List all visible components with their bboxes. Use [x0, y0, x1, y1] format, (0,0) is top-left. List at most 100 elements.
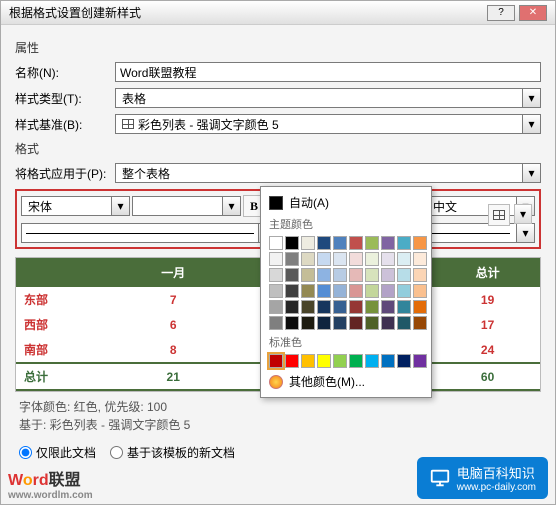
color-swatch[interactable] [381, 236, 395, 250]
watermark-logo: Word联盟 www.wordlm.com [8, 466, 93, 501]
color-swatch[interactable] [365, 268, 379, 282]
chevron-down-icon[interactable]: ▾ [223, 196, 241, 216]
color-swatch[interactable] [333, 354, 347, 368]
name-input[interactable] [115, 62, 541, 82]
color-swatch[interactable] [413, 300, 427, 314]
color-swatch[interactable] [333, 300, 347, 314]
color-swatch[interactable] [349, 268, 363, 282]
line-style-select[interactable] [21, 223, 259, 243]
color-swatch[interactable] [397, 284, 411, 298]
color-swatch[interactable] [397, 252, 411, 266]
color-swatch[interactable] [333, 252, 347, 266]
color-swatch[interactable] [365, 252, 379, 266]
color-swatch[interactable] [397, 268, 411, 282]
color-swatch[interactable] [285, 300, 299, 314]
color-swatch[interactable] [349, 252, 363, 266]
color-swatch[interactable] [301, 252, 315, 266]
color-swatch[interactable] [301, 316, 315, 330]
color-swatch[interactable] [413, 284, 427, 298]
color-swatch[interactable] [269, 316, 283, 330]
color-swatch[interactable] [397, 354, 411, 368]
color-swatch[interactable] [349, 316, 363, 330]
color-swatch[interactable] [333, 268, 347, 282]
style-type-select[interactable]: 表格 [115, 88, 523, 108]
close-button[interactable]: ✕ [519, 5, 547, 21]
color-swatch[interactable] [285, 268, 299, 282]
color-swatch[interactable] [349, 284, 363, 298]
based-on-template-radio[interactable]: 基于该模板的新文档 [110, 444, 235, 461]
color-swatch[interactable] [317, 300, 331, 314]
color-swatch[interactable] [397, 236, 411, 250]
color-swatch[interactable] [381, 252, 395, 266]
border-button[interactable] [488, 204, 510, 226]
color-swatch[interactable] [413, 316, 427, 330]
color-swatch[interactable] [349, 300, 363, 314]
font-family-select[interactable]: 宋体 [21, 196, 112, 216]
apply-to-select[interactable]: 整个表格 [115, 163, 523, 183]
style-type-label: 样式类型(T): [15, 90, 115, 107]
color-swatch[interactable] [301, 300, 315, 314]
table-header: 一月 [121, 258, 226, 287]
only-this-doc-radio[interactable]: 仅限此文档 [19, 444, 96, 461]
color-swatch[interactable] [301, 354, 315, 368]
color-swatch[interactable] [269, 268, 283, 282]
chevron-down-icon[interactable]: ▾ [523, 88, 541, 108]
color-swatch[interactable] [317, 284, 331, 298]
title-bar: 根据格式设置创建新样式 ? ✕ [1, 1, 555, 25]
color-swatch[interactable] [285, 284, 299, 298]
color-swatch[interactable] [269, 284, 283, 298]
auto-color-option[interactable]: 自动(A) [265, 191, 427, 214]
color-swatch[interactable] [333, 236, 347, 250]
color-swatch[interactable] [285, 316, 299, 330]
color-swatch[interactable] [365, 236, 379, 250]
color-swatch[interactable] [365, 284, 379, 298]
color-swatch[interactable] [269, 236, 283, 250]
color-swatch[interactable] [317, 252, 331, 266]
more-colors-option[interactable]: 其他颜色(M)... [265, 370, 427, 393]
color-swatch[interactable] [381, 316, 395, 330]
color-swatch[interactable] [269, 252, 283, 266]
color-swatch[interactable] [317, 268, 331, 282]
color-swatch[interactable] [269, 354, 283, 368]
color-swatch[interactable] [301, 268, 315, 282]
help-button[interactable]: ? [487, 5, 515, 21]
color-swatch[interactable] [349, 236, 363, 250]
color-swatch[interactable] [381, 300, 395, 314]
color-swatch[interactable] [381, 354, 395, 368]
color-swatch[interactable] [333, 316, 347, 330]
color-swatch[interactable] [317, 354, 331, 368]
color-swatch[interactable] [381, 268, 395, 282]
table-header: 总计 [435, 258, 540, 287]
color-swatch[interactable] [397, 316, 411, 330]
color-swatch[interactable] [317, 236, 331, 250]
color-swatch[interactable] [285, 354, 299, 368]
color-swatch[interactable] [349, 354, 363, 368]
color-swatch[interactable] [301, 284, 315, 298]
color-swatch[interactable] [413, 354, 427, 368]
chevron-down-icon[interactable]: ▾ [112, 196, 130, 216]
black-swatch-icon [269, 196, 283, 210]
site-badge: 电脑百科知识 www.pc-daily.com [417, 457, 548, 499]
chevron-down-icon[interactable]: ▾ [523, 163, 541, 183]
style-base-select[interactable]: 彩色列表 - 强调文字颜色 5 [115, 114, 523, 134]
color-swatch[interactable] [365, 354, 379, 368]
chevron-down-icon[interactable]: ▾ [514, 204, 532, 224]
color-swatch[interactable] [413, 268, 427, 282]
color-swatch[interactable] [365, 300, 379, 314]
style-base-label: 样式基准(B): [15, 116, 115, 133]
theme-color-palette [265, 234, 427, 332]
color-swatch[interactable] [301, 236, 315, 250]
color-swatch[interactable] [269, 300, 283, 314]
color-swatch[interactable] [413, 252, 427, 266]
color-swatch[interactable] [285, 236, 299, 250]
color-swatch[interactable] [397, 300, 411, 314]
font-size-select[interactable] [132, 196, 223, 216]
color-swatch[interactable] [365, 316, 379, 330]
color-swatch[interactable] [333, 284, 347, 298]
color-swatch[interactable] [285, 252, 299, 266]
chevron-down-icon[interactable]: ▾ [523, 114, 541, 134]
color-swatch[interactable] [317, 316, 331, 330]
color-swatch[interactable] [381, 284, 395, 298]
color-swatch[interactable] [413, 236, 427, 250]
chevron-down-icon[interactable]: ▾ [517, 223, 535, 243]
